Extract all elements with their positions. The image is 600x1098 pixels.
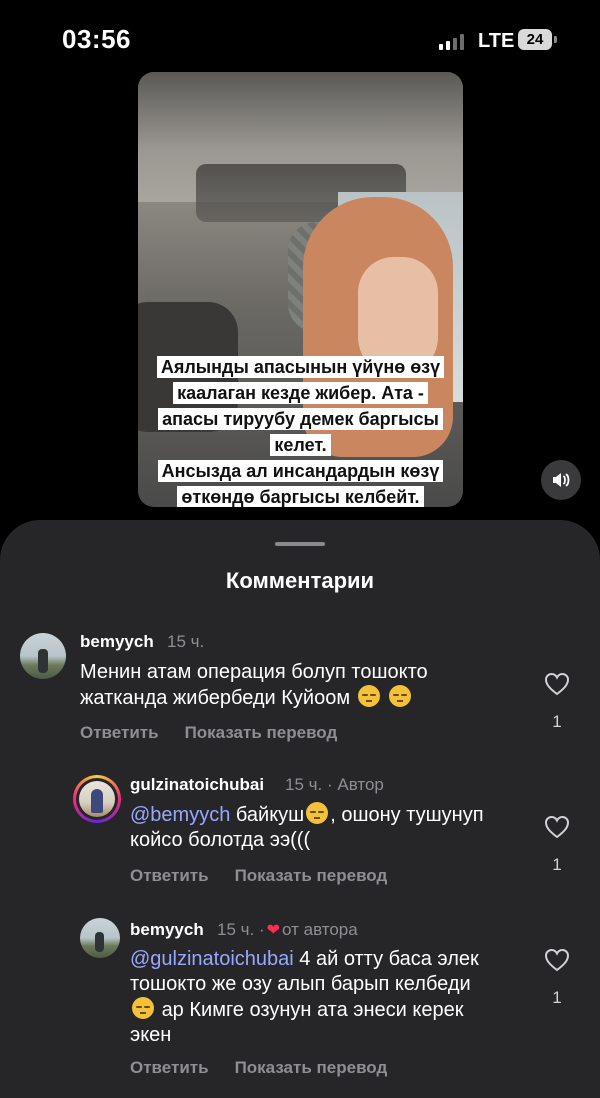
sound-toggle-button[interactable]	[541, 460, 581, 500]
comment-text: @gulzinatoichubai 4 ай отту баса элек то…	[130, 948, 479, 1046]
like-count: 1	[552, 855, 562, 874]
pensive-emoji-icon	[389, 685, 412, 707]
translate-button[interactable]: Показать перевод	[235, 866, 388, 885]
battery-icon: 24	[518, 29, 552, 50]
speaker-icon	[553, 473, 570, 487]
comment-actions: Ответить Показать перевод	[80, 723, 363, 743]
caption-line: өткөндө баргысы келбейт.	[177, 486, 424, 507]
caption-line: Ансызда ал инсандардын көзү	[157, 460, 444, 482]
comment-meta: 15 ч. · Автор	[285, 775, 384, 794]
status-time: 03:56	[62, 24, 131, 54]
comment-text: @bemyych байкуш, ошону тушунуп койсо бол…	[130, 802, 484, 851]
author-badge: Автор	[337, 775, 384, 794]
sheet-drag-handle[interactable]	[275, 542, 325, 546]
pensive-emoji-icon	[357, 685, 380, 707]
mention-link[interactable]: @bemyych	[130, 804, 230, 826]
caption-line: апасы тируубу демек баргысы	[158, 408, 443, 430]
video-caption: Аялынды апасынын үйүнө өзү каалаган кезд…	[148, 354, 453, 507]
video-player[interactable]: Аялынды апасынын үйүнө өзү каалаган кезд…	[138, 72, 463, 507]
comment-username[interactable]: bemyych	[130, 920, 204, 940]
avatar[interactable]	[80, 918, 120, 958]
like-heart-icon[interactable]	[544, 815, 570, 839]
translate-button[interactable]: Показать перевод	[235, 1058, 388, 1077]
comment-time: 15 ч.	[167, 632, 205, 651]
liked-by-author: от автора	[282, 920, 358, 939]
reply-button[interactable]: Ответить	[130, 1058, 209, 1077]
like-count: 1	[552, 988, 562, 1007]
comment-actions: Ответить Показать перевод	[130, 866, 413, 886]
comments-sheet: Комментарии bemyych 15 ч. Менин атам опе…	[0, 520, 600, 1098]
comment-text: Менин атам операция болуп тошокто жаткан…	[80, 661, 428, 709]
network-type: LTE	[478, 30, 515, 52]
avatar[interactable]	[20, 633, 66, 679]
avatar-story-ring[interactable]	[73, 775, 121, 823]
reply-button[interactable]: Ответить	[130, 866, 209, 885]
mention-link[interactable]: @gulzinatoichubai	[130, 948, 294, 970]
caption-line: каалаган кезде жибер. Ата -	[173, 382, 428, 404]
caption-line: Аялынды апасынын үйүнө өзү	[156, 356, 445, 378]
like-heart-icon[interactable]	[544, 948, 570, 972]
comment-username[interactable]: bemyych	[80, 632, 154, 652]
comment-meta: 15 ч. · ❤ от автора	[217, 920, 358, 939]
caption-line: келет.	[270, 434, 331, 456]
translate-button[interactable]: Показать перевод	[185, 723, 338, 742]
sheet-title: Комментарии	[225, 568, 375, 593]
signal-icon	[439, 34, 469, 50]
battery-nub	[554, 36, 557, 43]
crying-emoji-icon	[306, 802, 329, 824]
status-bar: 03:56 LTE 24	[0, 0, 600, 80]
pensive-emoji-icon	[132, 997, 154, 1019]
comment-actions: Ответить Показать перевод	[130, 1058, 413, 1078]
red-heart-icon: ❤	[266, 922, 281, 939]
like-count: 1	[552, 712, 562, 731]
comment-username[interactable]: gulzinatoichubai	[130, 775, 264, 795]
reply-button[interactable]: Ответить	[80, 723, 159, 742]
like-heart-icon[interactable]	[544, 672, 570, 696]
